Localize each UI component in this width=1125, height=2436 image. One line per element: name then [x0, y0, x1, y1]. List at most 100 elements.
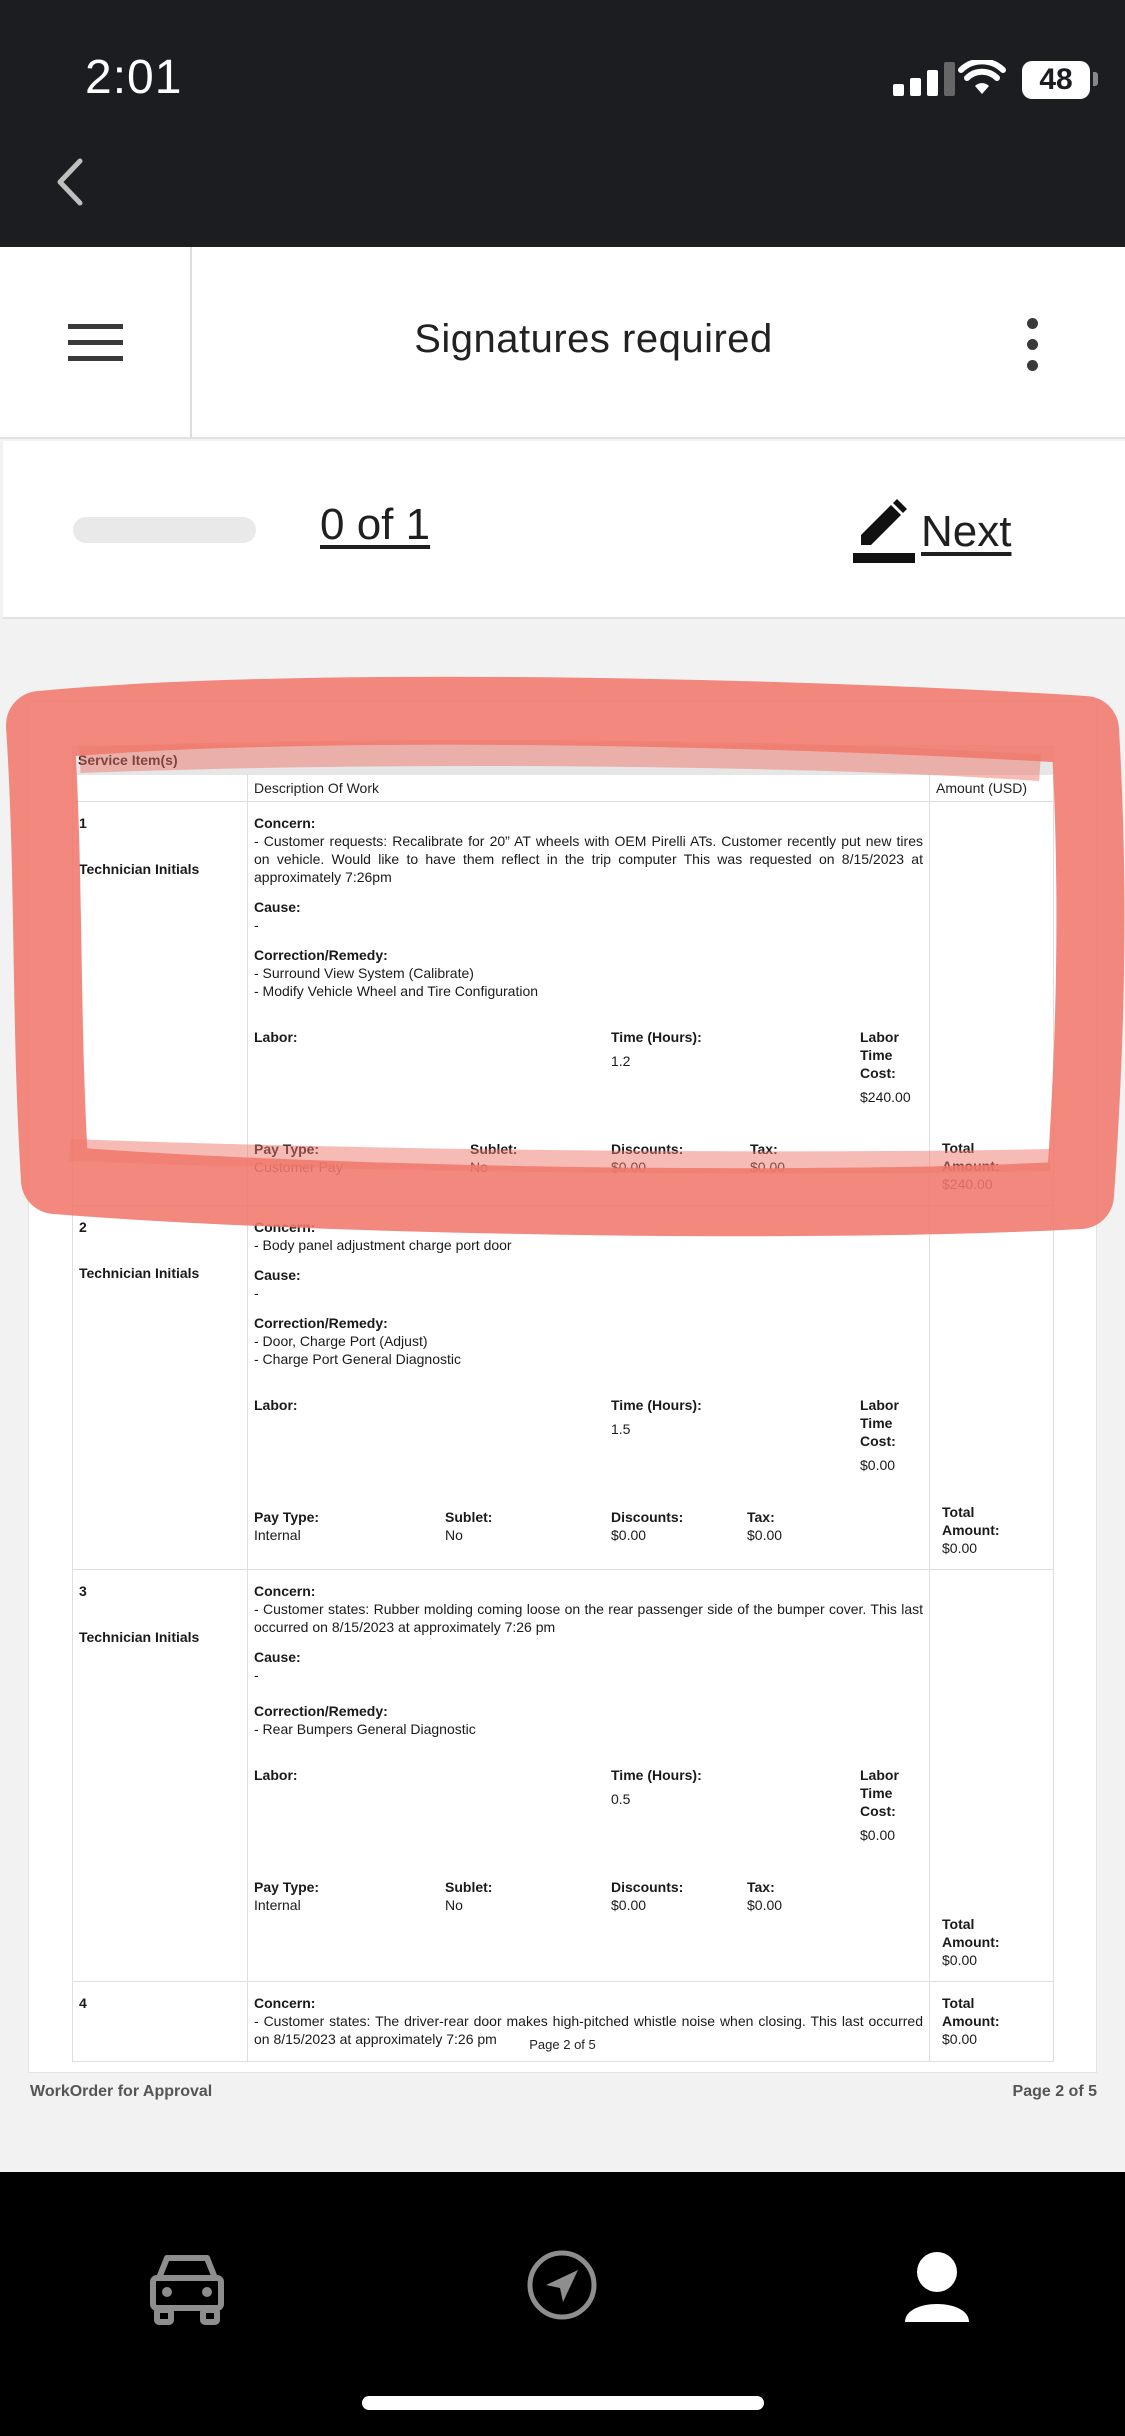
correction-label: Correction/Remedy:	[254, 1703, 388, 1719]
pay-type-value: Customer Pay	[254, 1159, 343, 1175]
app-header: Signatures required	[0, 247, 1125, 439]
correction-line: - Charge Port General Diagnostic	[254, 1351, 461, 1367]
cause-text: -	[254, 917, 259, 933]
concern-label: Concern:	[254, 815, 316, 831]
labor-label: Labor:	[254, 1397, 298, 1413]
tax-value: $0.00	[750, 1159, 786, 1175]
labor-label: Labor:	[254, 1767, 298, 1783]
pay-type-value: Internal	[254, 1897, 301, 1913]
signature-progress-bar	[73, 517, 256, 543]
correction-label: Correction/Remedy:	[254, 1315, 388, 1331]
table-row: 2 Technician Initials Concern: - Body pa…	[72, 1206, 1054, 1570]
discounts-value: $0.00	[611, 1159, 647, 1175]
labor-cost-label: Labor Time Cost:	[860, 1397, 899, 1449]
discounts-value: $0.00	[611, 1897, 647, 1913]
labor-cost-label: Labor Time Cost:	[860, 1767, 899, 1819]
cause-label: Cause:	[254, 1267, 301, 1283]
sublet-label: Sublet:	[470, 1141, 518, 1157]
technician-initials-label: Technician Initials	[79, 1629, 200, 1645]
time-hours-value: 1.2	[611, 1053, 631, 1069]
concern-text: - Body panel adjustment charge port door	[254, 1237, 512, 1253]
sublet-value: No	[445, 1527, 463, 1543]
discounts-label: Discounts:	[611, 1141, 684, 1157]
home-indicator	[362, 2396, 764, 2410]
correction-label: Correction/Remedy:	[254, 947, 388, 963]
page-title: Signatures required	[414, 317, 773, 361]
workorder-footer-label: WorkOrder for Approval	[30, 2083, 213, 2100]
item-number: 1	[79, 815, 87, 831]
discounts-value: $0.00	[611, 1527, 647, 1543]
description-column-header: Description Of Work	[248, 775, 930, 801]
time-hours-label: Time (Hours):	[611, 1767, 702, 1783]
cellular-signal-icon	[893, 62, 955, 96]
pay-type-label: Pay Type:	[254, 1509, 320, 1525]
page-indicator: Page 2 of 5	[1012, 2083, 1097, 2100]
amount-column-header: Amount (USD)	[936, 780, 1028, 796]
item-number: 3	[79, 1583, 87, 1599]
next-label: Next	[921, 507, 1012, 556]
item-number: 4	[79, 1995, 87, 2011]
sublet-label: Sublet:	[445, 1509, 493, 1525]
work-order-document[interactable]: Service Item(s) Description Of Work Amou…	[28, 701, 1097, 2073]
correction-line: - Modify Vehicle Wheel and Tire Configur…	[254, 983, 539, 999]
correction-line: - Door, Charge Port (Adjust)	[254, 1333, 428, 1349]
next-signature-button[interactable]: Next	[853, 497, 1011, 567]
total-amount: Total Amount: $240.00	[942, 1140, 1000, 1192]
labor-cost-value: $0.00	[860, 1457, 896, 1473]
time-hours-label: Time (Hours):	[611, 1029, 702, 1045]
signature-count-link[interactable]: 0 of 1	[320, 500, 430, 550]
signature-bar: 0 of 1 Next	[3, 441, 1125, 619]
cause-text: -	[254, 1285, 259, 1301]
concern-text: - Customer requests: Recalibrate for 20”…	[254, 833, 923, 885]
table-row: 1 Technician Initials Concern: - Custome…	[72, 802, 1054, 1206]
pay-type-label: Pay Type:	[254, 1141, 320, 1157]
sublet-value: No	[470, 1159, 488, 1175]
tax-label: Tax:	[747, 1509, 775, 1525]
time-hours-value: 0.5	[611, 1791, 631, 1807]
navigation-arrow-icon[interactable]	[502, 2230, 622, 2340]
time-hours-label: Time (Hours):	[611, 1397, 702, 1413]
battery-nub	[1093, 72, 1098, 86]
user-profile-icon[interactable]	[877, 2230, 997, 2340]
tax-value: $0.00	[747, 1527, 783, 1543]
table-header: Description Of Work Amount (USD)	[72, 775, 1054, 802]
tax-label: Tax:	[747, 1879, 775, 1895]
pay-type-label: Pay Type:	[254, 1879, 320, 1895]
hamburger-menu-icon[interactable]	[0, 247, 192, 439]
tax-value: $0.00	[747, 1897, 783, 1913]
tax-label: Tax:	[750, 1141, 778, 1157]
labor-cost-value: $240.00	[860, 1089, 911, 1105]
total-amount: Total Amount: $0.00	[942, 1916, 1000, 1968]
correction-line: - Rear Bumpers General Diagnostic	[254, 1721, 476, 1737]
concern-text: - Customer states: Rubber molding coming…	[254, 1601, 923, 1635]
discounts-label: Discounts:	[611, 1509, 684, 1525]
labor-cost-value: $0.00	[860, 1827, 896, 1843]
wifi-icon	[958, 60, 1006, 94]
pay-type-value: Internal	[254, 1527, 301, 1543]
total-amount: Total Amount: $0.00	[942, 1504, 1000, 1556]
correction-line: - Surround View System (Calibrate)	[254, 965, 474, 981]
discounts-label: Discounts:	[611, 1879, 684, 1895]
labor-cost-label: Labor Time Cost:	[860, 1029, 899, 1081]
sublet-label: Sublet:	[445, 1879, 493, 1895]
back-chevron-icon[interactable]	[50, 155, 90, 209]
concern-label: Concern:	[254, 1583, 316, 1599]
sublet-value: No	[445, 1897, 463, 1913]
concern-label: Concern:	[254, 1219, 316, 1235]
item-number: 2	[79, 1219, 87, 1235]
cause-label: Cause:	[254, 1649, 301, 1665]
table-row: 3 Technician Initials Concern: - Custome…	[72, 1570, 1054, 1982]
cause-text: -	[254, 1667, 259, 1683]
service-items-heading: Service Item(s)	[72, 745, 1054, 775]
document-page-number: Page 2 of 5	[529, 2037, 596, 2052]
technician-initials-label: Technician Initials	[79, 861, 200, 877]
cause-label: Cause:	[254, 899, 301, 915]
pencil-icon	[853, 499, 915, 563]
concern-label: Concern:	[254, 1995, 316, 2011]
technician-initials-label: Technician Initials	[79, 1265, 200, 1281]
time-hours-value: 1.5	[611, 1421, 631, 1437]
more-options-icon[interactable]	[1022, 318, 1042, 378]
top-bar	[0, 0, 1125, 247]
car-icon[interactable]	[127, 2230, 247, 2340]
status-time: 2:01	[85, 51, 183, 104]
